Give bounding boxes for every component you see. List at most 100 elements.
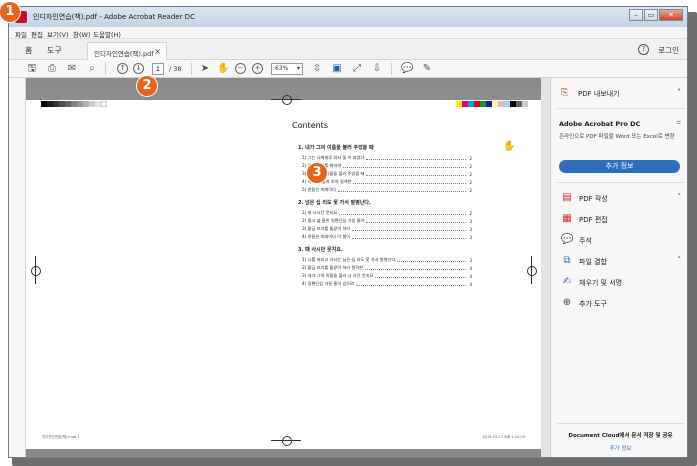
page-down-icon[interactable]: ↓: [133, 63, 144, 74]
registration-mark-right: [526, 256, 537, 284]
tab-home[interactable]: 홈: [25, 45, 32, 56]
tools-pane: ⎘ PDF 내보내기 ˄ Adobe Acrobat Pro DC ⌗ 온라인으…: [550, 78, 687, 457]
toc-section-title: 3. 때 사시던 뭇지요.: [298, 247, 343, 253]
page-number-input[interactable]: 1: [152, 63, 164, 75]
save-icon[interactable]: 🖫: [26, 63, 38, 75]
pdf-create-icon: ▤: [562, 192, 572, 203]
tab-tools[interactable]: 도구: [47, 45, 62, 56]
title-bar[interactable]: 인디자인연습(책).pdf - Adobe Acrobat Reader DC …: [9, 7, 687, 27]
tool-fill-sign[interactable]: ✍ 채우기 및 서명: [561, 276, 681, 290]
hand-tool-icon[interactable]: ✋: [217, 63, 229, 75]
toc-entry: 3) 내가 그의 이름을 불러 나 사던 뭇지요 4: [302, 273, 472, 279]
chevron-down-icon: ▾: [296, 65, 300, 72]
table-of-contents: 1. 내가 그의 이름을 불러 주었을 때 1) 그는 나에게로 와서 꽃 이 …: [298, 139, 472, 288]
menu-help[interactable]: 도움말(H): [93, 29, 121, 39]
zoom-value: 63%: [275, 65, 289, 72]
pen-tool-icon[interactable]: ✎: [421, 63, 433, 75]
document-cloud-note: Document Cloud에서 문서 저장 및 공유: [568, 433, 673, 439]
page-footer-left: 인디자인연습(책).indd 1: [42, 435, 80, 439]
help-icon[interactable]: ?: [638, 44, 649, 55]
tab-bar: 홈 도구 인디자인연습(책).pdf × ? 로그인: [9, 39, 687, 60]
toc-title: Contents: [292, 121, 328, 130]
tool-edit-pdf[interactable]: ▦ PDF 편집: [561, 213, 681, 227]
tool-label: 채우기 및 서명: [579, 279, 623, 287]
acrobat-window: 인디자인연습(책).pdf - Adobe Acrobat Reader DC …: [8, 6, 688, 458]
registration-mark-left: [30, 256, 41, 284]
divider: [557, 108, 684, 109]
comment-tool-icon[interactable]: 💬: [401, 63, 413, 75]
menu-bar: 파일 편집 보기(V) 창(W) 도움말(H): [9, 27, 687, 39]
search-icon[interactable]: ⌕: [86, 63, 98, 75]
close-button[interactable]: ✕: [659, 9, 683, 21]
full-screen-icon[interactable]: ⤢: [351, 63, 363, 75]
toc-entry: 5) 관용은 미래이다 2: [302, 187, 472, 193]
toc-entry: 4) 관용은 미래이다 이 봄이 3: [302, 234, 472, 240]
toc-entry: 2) 황금 보기를 돌같이 하라 원작판 4: [302, 265, 472, 271]
comment-icon: 💬: [561, 234, 574, 245]
tool-label: 추가 도구: [579, 300, 607, 308]
process-color-bar: [456, 101, 528, 107]
login-link[interactable]: 로그인: [658, 45, 679, 56]
page-footer-right: 2015-03-23 오후 1:20:03: [482, 435, 526, 439]
divider: [557, 182, 684, 183]
tool-more-tools[interactable]: ⊕ 추가 도구: [561, 297, 681, 311]
maximize-button[interactable]: ▭: [644, 9, 658, 21]
learn-more-button[interactable]: 추가 정보: [559, 160, 680, 173]
chevron-down-icon[interactable]: ˅: [678, 193, 682, 201]
registration-mark-bottom: [271, 435, 301, 446]
menu-view[interactable]: 보기(V): [47, 29, 68, 39]
toc-section-title: 1. 내가 그의 이름을 불러 주었을 때: [298, 145, 374, 151]
read-mode-icon[interactable]: ⇩: [371, 63, 383, 75]
toc-entry: 1) 나를 버리고 가시는 님은 십 리도 못 가서 발병난다 3: [302, 257, 472, 263]
tab-close-icon[interactable]: ×: [154, 47, 161, 56]
more-tools-icon: ⊕: [562, 297, 572, 308]
export-pdf-label: PDF 내보내기: [578, 90, 620, 98]
panel-splitter[interactable]: [541, 78, 550, 457]
zoom-in-icon[interactable]: +: [252, 63, 263, 74]
fill-sign-icon: ✍: [562, 276, 572, 287]
minimize-button[interactable]: –: [629, 9, 643, 21]
page-total: / 38: [169, 65, 182, 73]
email-icon[interactable]: ✉: [66, 63, 78, 75]
tool-label: 주석: [579, 237, 592, 245]
toc-section: 3. 때 사시던 뭇지요. 1) 나를 버리고 가시는 님은 십 리도 못 가서…: [298, 246, 472, 288]
print-icon[interactable]: ⎙: [46, 63, 58, 75]
tag-icon: ⌗: [676, 118, 681, 127]
divider: [557, 423, 684, 424]
toc-section-title: 2. 넘은 십 리도 못 가서 발병난다.: [298, 200, 371, 206]
menu-window[interactable]: 창(W): [73, 29, 90, 39]
tab-document[interactable]: 인디자인연습(책).pdf ×: [87, 42, 167, 60]
chevron-down-icon[interactable]: ˅: [678, 256, 682, 264]
fit-page-icon[interactable]: ▣: [331, 63, 343, 75]
tool-comment[interactable]: 💬 주석: [561, 234, 681, 248]
menu-edit[interactable]: 편집: [31, 29, 43, 39]
toc-section: 2. 넘은 십 리도 못 가서 발병난다. 1) 떠 나시던 뭇지요 2 2) 좁…: [298, 199, 472, 241]
toolbar-divider: [105, 63, 106, 75]
export-pdf-header[interactable]: ⎘ PDF 내보내기 ˄: [551, 78, 687, 102]
zoom-select[interactable]: 63% ▾: [271, 63, 303, 75]
toc-entry: 1) 그는 나에게로 와서 꽃 이 되었다 2: [302, 155, 472, 161]
tool-label: PDF 작성: [579, 195, 608, 203]
menu-file[interactable]: 파일: [15, 29, 27, 39]
tab-document-label: 인디자인연습(책).pdf: [94, 50, 154, 58]
combine-files-icon: ⧉: [563, 255, 571, 266]
select-cursor-icon[interactable]: ➤: [199, 63, 211, 75]
toc-entry: 4) 일편단심 가실 줄이 있으랴 4: [302, 281, 472, 287]
tool-label: 파일 결합: [579, 258, 607, 266]
toolbar: 🖫 ⎙ ✉ ⌕ ↑ ↓ 1 / 38 ➤ ✋ − + 63% ▾ ⇳ ▣ ⤢ ⇩…: [9, 60, 687, 78]
export-pdf-icon: ⎘: [561, 88, 569, 98]
left-navigation-strip: [9, 78, 26, 457]
scrolling-mode-icon[interactable]: ⇳: [311, 63, 323, 75]
tool-combine-files[interactable]: ⧉ 파일 결합 ˅: [561, 255, 681, 269]
chevron-up-icon[interactable]: ˄: [677, 88, 681, 97]
toc-entry: 1) 떠 나시던 뭇지요 2: [302, 210, 472, 216]
window-title: 인디자인연습(책).pdf - Adobe Acrobat Reader DC: [33, 13, 195, 21]
step-badge-1: 1: [0, 2, 20, 22]
tool-create-pdf[interactable]: ▤ PDF 작성 ˅: [561, 192, 681, 206]
toolbar-divider: [191, 63, 192, 75]
page-up-icon[interactable]: ↑: [117, 63, 128, 74]
learn-more-link[interactable]: 추가 정보: [557, 444, 684, 452]
promo-text: 온라인으로 PDF 파일을 Word 또는 Excel로 변환: [559, 134, 675, 140]
toc-entry: 3) 황금 보기를 돌같이 하라 3: [302, 226, 472, 232]
zoom-out-icon[interactable]: −: [235, 63, 246, 74]
